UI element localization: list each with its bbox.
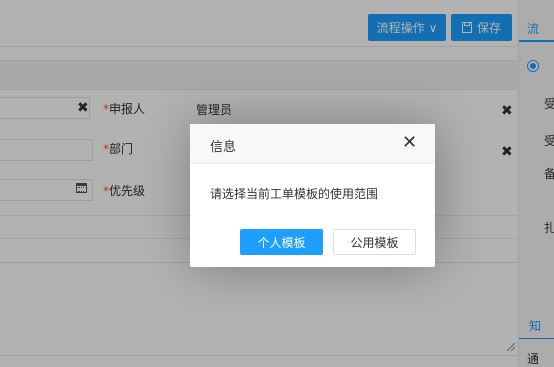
app-window: 流程操作 ∨ 保存 ✖ *申报人 管理员 ✖ *部门 ✖ *优先级 流 受 受 …	[0, 0, 554, 367]
public-template-button[interactable]: 公用模板	[333, 229, 416, 255]
close-icon[interactable]: ✕	[402, 133, 417, 153]
dialog-header: 信息 ✕	[190, 124, 435, 164]
personal-template-button[interactable]: 个人模板	[240, 229, 323, 255]
dialog-message: 请选择当前工单模板的使用范围	[210, 187, 379, 201]
info-dialog: 信息 ✕ 请选择当前工单模板的使用范围 个人模板 公用模板	[190, 124, 435, 267]
dialog-title: 信息	[210, 140, 237, 155]
